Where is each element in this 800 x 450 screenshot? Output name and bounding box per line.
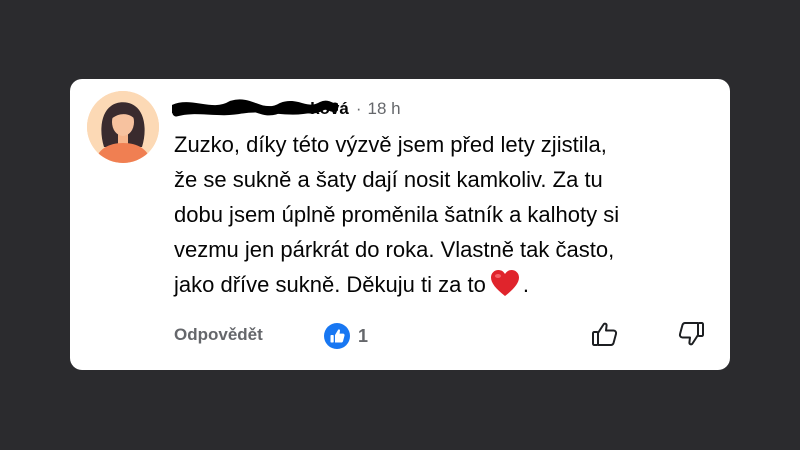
comment-header: XXXXXXXXXXXXková · 18 h xyxy=(172,97,401,121)
heart-emoji-icon xyxy=(490,269,520,307)
reaction-summary[interactable]: 1 xyxy=(324,323,368,349)
comment-card: XXXXXXXXXXXXková · 18 h Zuzko, díky této… xyxy=(70,79,730,370)
redaction-scribble xyxy=(172,99,338,117)
avatar[interactable] xyxy=(87,91,159,163)
comment-line: dobu jsem úplně proměnila šatník a kalho… xyxy=(174,202,620,227)
comment-text: Zuzko, díky této výzvě jsem před lety zj… xyxy=(174,127,714,307)
thumbs-down-icon[interactable] xyxy=(676,319,706,349)
like-badge-icon xyxy=(324,323,350,349)
thumbs-up-icon[interactable] xyxy=(590,319,620,349)
author-name[interactable]: XXXXXXXXXXXXková xyxy=(172,99,349,119)
comment-actions: Odpovědět 1 xyxy=(174,322,706,353)
comment-line: vezmu jen párkrát do roka. Vlastně tak č… xyxy=(174,237,615,262)
avatar-woman-icon xyxy=(87,91,159,163)
comment-last-line: jako dříve sukně. Děkuju ti za to. xyxy=(174,267,714,307)
like-count: 1 xyxy=(358,325,369,346)
comment-line: jako dříve sukně. Děkuju ti za to xyxy=(174,272,486,297)
reply-button[interactable]: Odpovědět xyxy=(174,325,263,345)
comment-line: že se sukně a šaty dají nosit kamkoliv. … xyxy=(174,167,603,192)
comment-timestamp[interactable]: 18 h xyxy=(368,99,401,119)
header-separator: · xyxy=(355,99,362,118)
comment-period: . xyxy=(522,272,529,297)
comment-line: Zuzko, díky této výzvě jsem před lety zj… xyxy=(174,132,607,157)
